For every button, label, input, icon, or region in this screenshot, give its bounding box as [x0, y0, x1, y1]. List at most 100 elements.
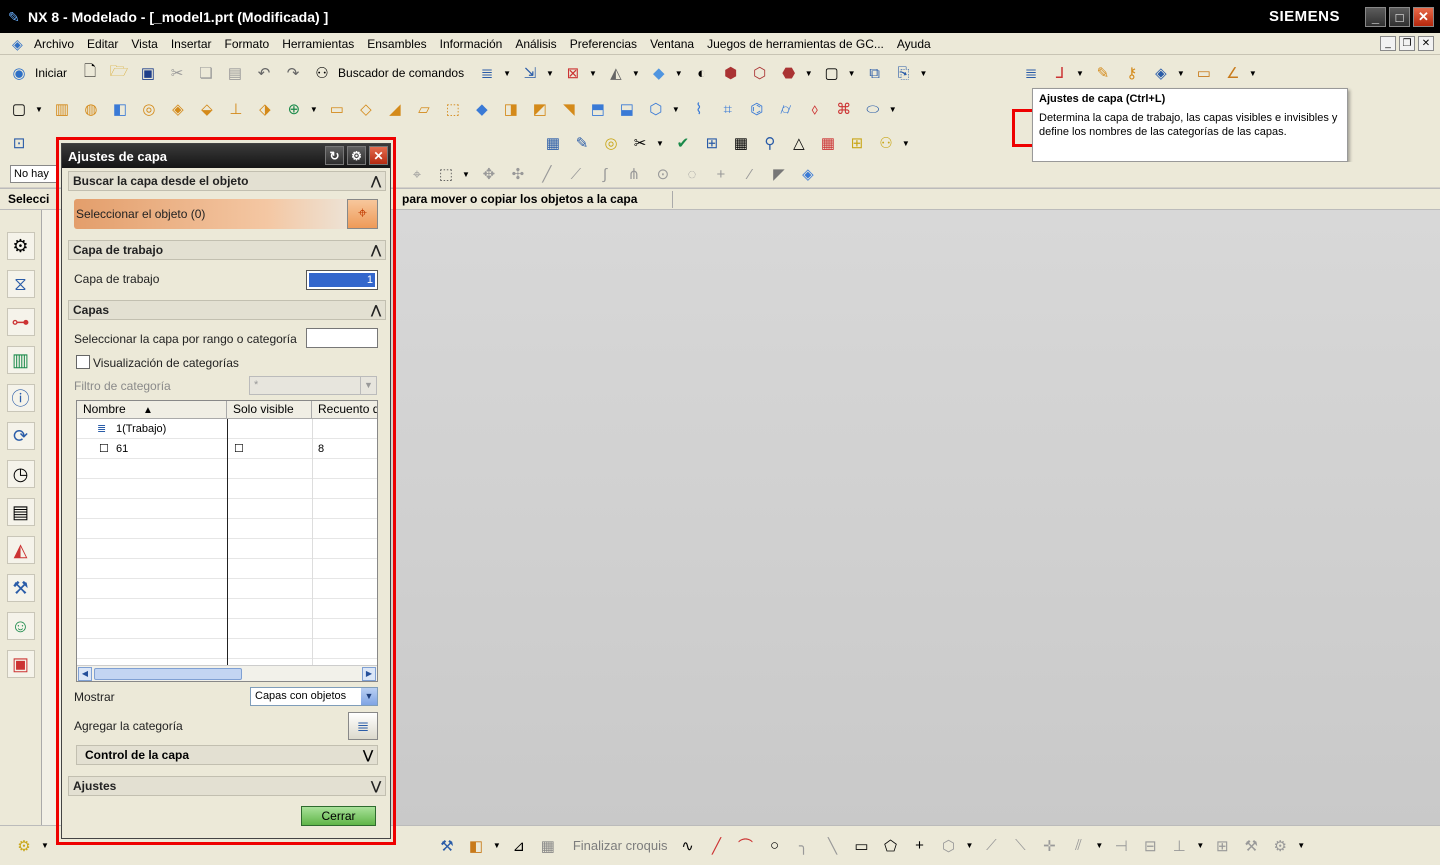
trim-body-icon[interactable]: ◆: [469, 97, 495, 121]
chevron-down-icon[interactable]: ▼: [310, 105, 318, 114]
document-menu-icon[interactable]: ◈: [12, 36, 28, 52]
point-on-curve-icon[interactable]: ⁄: [737, 162, 763, 186]
chevron-down-icon[interactable]: ▼: [462, 170, 470, 179]
menu-formato[interactable]: Formato: [225, 37, 270, 51]
chevron-down-icon[interactable]: ▼: [632, 69, 640, 78]
chevron-down-icon[interactable]: ⋁: [363, 746, 373, 764]
history-icon[interactable]: ◷: [6, 460, 35, 488]
chevron-up-icon[interactable]: ⋀: [371, 301, 381, 319]
start-icon[interactable]: ◉: [6, 61, 32, 85]
groove-icon[interactable]: ⊥: [223, 97, 249, 121]
assembly-navigator-icon[interactable]: ⚙: [6, 232, 35, 260]
type-filter-combo[interactable]: No hay: [10, 165, 58, 183]
shell-icon[interactable]: ▭: [324, 97, 350, 121]
analysis-icon[interactable]: ◈: [1148, 61, 1174, 85]
intersection-icon[interactable]: ⋔: [621, 162, 647, 186]
col-nombre[interactable]: Nombre ▲: [77, 401, 227, 419]
fillet-icon[interactable]: ╮: [792, 834, 816, 858]
menu-ventana[interactable]: Ventana: [650, 37, 694, 51]
command-finder-button[interactable]: Buscador de comandos: [338, 66, 464, 80]
save-icon[interactable]: ▣: [135, 61, 161, 85]
offset-face-icon[interactable]: ⬚: [440, 97, 466, 121]
chevron-up-icon[interactable]: ⋀: [371, 172, 381, 190]
menu-ayuda[interactable]: Ayuda: [897, 37, 931, 51]
wcs-origin-icon[interactable]: ⊡: [6, 131, 32, 155]
alternate-solution-icon[interactable]: ⚙: [1268, 834, 1292, 858]
chevron-down-icon[interactable]: ▼: [1177, 69, 1185, 78]
rotate-icon[interactable]: ✣: [505, 162, 531, 186]
dimension-icon[interactable]: ⊣: [1109, 834, 1133, 858]
unite-icon[interactable]: ⊕: [281, 97, 307, 121]
ide-icon[interactable]: ⚙: [12, 834, 36, 858]
chevron-down-icon[interactable]: ▼: [493, 841, 501, 850]
minimize-button[interactable]: _: [1365, 7, 1386, 27]
part-family-icon[interactable]: ⊞: [699, 131, 725, 155]
chevron-down-icon[interactable]: ▼: [1249, 69, 1257, 78]
measure-distance-icon[interactable]: ▭: [1191, 61, 1217, 85]
reuse-library-icon[interactable]: ✂: [627, 131, 653, 155]
maximize-button[interactable]: □: [1389, 7, 1410, 27]
offset-curve-icon[interactable]: ⫽: [1066, 834, 1090, 858]
orient-view-icon[interactable]: ◭: [603, 61, 629, 85]
block-icon[interactable]: ◧: [107, 97, 133, 121]
paste-icon[interactable]: ▤: [222, 61, 248, 85]
center-icon[interactable]: ⊙: [650, 162, 676, 186]
chevron-down-icon[interactable]: ▼: [805, 69, 813, 78]
sketch-icon[interactable]: ▢: [6, 97, 32, 121]
chevron-down-icon[interactable]: ⋁: [371, 777, 381, 795]
chevron-down-icon[interactable]: ▼: [1196, 841, 1204, 850]
col-recuento[interactable]: Recuento d: [312, 401, 377, 419]
curve-icon[interactable]: ∫: [592, 162, 618, 186]
section-find-layer[interactable]: Buscar la capa desde el objeto ⋀: [68, 171, 386, 191]
chevron-down-icon[interactable]: ▼: [546, 69, 554, 78]
work-layer-value[interactable]: 1: [309, 273, 375, 287]
chevron-down-icon[interactable]: ▼: [889, 105, 897, 114]
spline-icon[interactable]: ⬡: [937, 834, 961, 858]
layer-stack-icon[interactable]: ≣: [474, 61, 500, 85]
undo-icon[interactable]: ↶: [251, 61, 277, 85]
sew-icon[interactable]: ⌘: [831, 97, 857, 121]
menu-insertar[interactable]: Insertar: [171, 37, 212, 51]
chevron-down-icon[interactable]: ▼: [35, 105, 43, 114]
category-display-checkbox[interactable]: [76, 355, 90, 369]
face-blend-icon[interactable]: ◥: [556, 97, 582, 121]
chevron-down-icon[interactable]: ▼: [848, 69, 856, 78]
system-scene-icon[interactable]: ▣: [6, 650, 35, 678]
clip-section-icon[interactable]: ⧉: [862, 61, 888, 85]
patch-icon[interactable]: ⬭: [860, 97, 886, 121]
teamcenter-icon[interactable]: ⟳: [6, 422, 35, 450]
chevron-down-icon[interactable]: ▼: [672, 105, 680, 114]
chevron-down-icon[interactable]: ▼: [361, 688, 377, 705]
view-section-icon[interactable]: ⎘: [891, 61, 917, 85]
chevron-up-icon[interactable]: ⋀: [371, 241, 381, 259]
chevron-down-icon[interactable]: ▼: [675, 69, 683, 78]
chevron-down-icon[interactable]: ▼: [966, 841, 974, 850]
edit-object-display-icon[interactable]: ✎: [1090, 61, 1116, 85]
mirror-icon[interactable]: ⬓: [614, 97, 640, 121]
graphics-window[interactable]: [396, 210, 1440, 825]
quick-extend-icon[interactable]: ⟍: [1008, 834, 1032, 858]
sketch-task-icon[interactable]: ⚒: [435, 834, 459, 858]
polygon-icon[interactable]: ⬠: [879, 834, 903, 858]
horizontal-scrollbar[interactable]: ◀ ▶: [77, 665, 377, 681]
edge-display-icon[interactable]: ⬢: [718, 61, 744, 85]
boss-icon[interactable]: ◈: [165, 97, 191, 121]
midpoint-icon[interactable]: ⟋: [563, 162, 589, 186]
wireframe-icon[interactable]: ⬡: [747, 61, 773, 85]
gear-icon[interactable]: ⚙: [347, 146, 366, 165]
open-folder-icon[interactable]: 🗁: [106, 61, 132, 85]
profile-icon[interactable]: ∿: [676, 834, 700, 858]
menu-analisis[interactable]: Análisis: [515, 37, 556, 51]
move-icon[interactable]: ✥: [476, 162, 502, 186]
fit-view-icon[interactable]: ⊠: [560, 61, 586, 85]
menu-archivo[interactable]: Archivo: [34, 37, 74, 51]
existing-point-icon[interactable]: +: [708, 162, 734, 186]
background-icon[interactable]: ▢: [819, 61, 845, 85]
chevron-down-icon[interactable]: ▼: [1076, 69, 1084, 78]
constraint-navigator-icon[interactable]: ⧖: [6, 270, 35, 298]
auto-constrain-icon[interactable]: ⊥: [1167, 834, 1191, 858]
copy-icon[interactable]: ❏: [193, 61, 219, 85]
component-icon[interactable]: ◧: [464, 834, 488, 858]
triangle-icon[interactable]: △: [786, 131, 812, 155]
system-materials-icon[interactable]: ▤: [6, 498, 35, 526]
